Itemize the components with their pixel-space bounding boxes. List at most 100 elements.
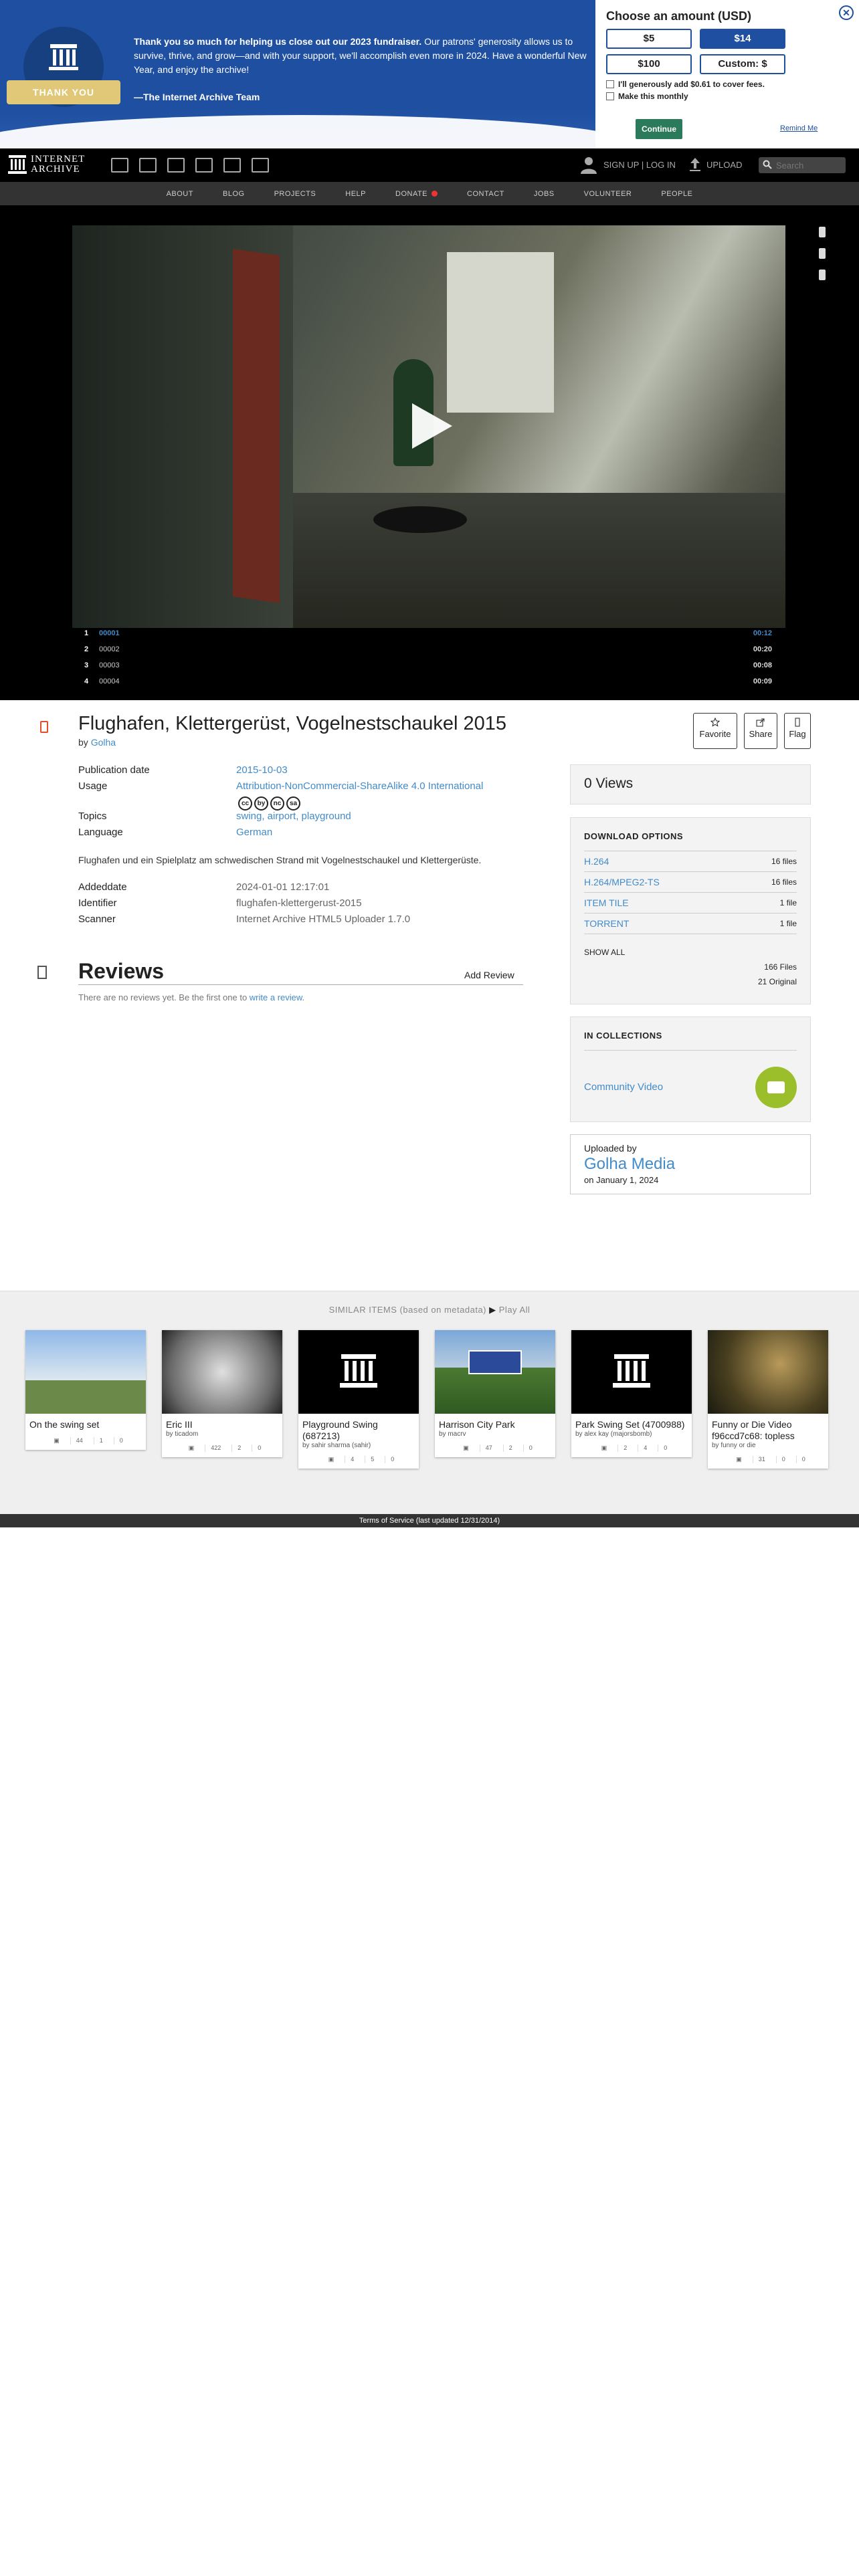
- archive-placeholder-icon: [613, 1354, 650, 1388]
- topics-value[interactable]: swing, airport, playground: [236, 811, 351, 822]
- nav-contact[interactable]: CONTACT: [452, 190, 519, 198]
- site-logo[interactable]: INTERNET ARCHIVE: [8, 154, 85, 175]
- flag-button[interactable]: Flag: [784, 713, 811, 749]
- write-review-link[interactable]: write a review: [250, 992, 302, 1002]
- scanner-label: Scanner: [78, 914, 116, 925]
- download-format[interactable]: TORRENT: [584, 918, 629, 929]
- nav-donate[interactable]: DONATE: [381, 190, 452, 198]
- similar-heading-text: SIMILAR ITEMS (based on metadata): [328, 1305, 487, 1315]
- images-icon[interactable]: [252, 158, 269, 173]
- tile-title: Funny or Die Video f96ccd7c68: topless: [712, 1419, 795, 1441]
- amount-custom-input[interactable]: Custom: $: [700, 54, 785, 74]
- similar-item-tile[interactable]: Playground Swing (687213) by sahir sharm…: [298, 1330, 419, 1469]
- playlist-row[interactable]: 3 00003 00:08: [72, 657, 785, 673]
- search-icon: [763, 160, 772, 169]
- item-title: Flughafen, Klettergerüst, Vogelnestschau…: [78, 713, 507, 734]
- web-icon[interactable]: [111, 158, 128, 173]
- download-row[interactable]: ITEM TILE 1 file: [584, 893, 797, 914]
- play-all-button[interactable]: ▶ Play All: [489, 1305, 530, 1315]
- views-count: 0 Views: [570, 764, 811, 804]
- scanner-value: Internet Archive HTML5 Uploader 1.7.0: [236, 914, 411, 925]
- playlist-num: 2: [84, 645, 89, 653]
- share-label: Share: [749, 729, 773, 739]
- playlist-row[interactable]: 4 00004 00:09: [72, 673, 785, 689]
- amount-5-button[interactable]: $5: [606, 29, 692, 49]
- texts-icon[interactable]: [139, 158, 157, 173]
- cover-fees-checkbox[interactable]: [606, 80, 614, 88]
- tile-thumbnail: [708, 1330, 828, 1414]
- audio-icon[interactable]: [195, 158, 213, 173]
- playlist-num: 4: [84, 677, 89, 685]
- favorite-button[interactable]: Favorite: [693, 713, 737, 749]
- collections-heading: IN COLLECTIONS: [584, 1031, 797, 1051]
- add-review-button[interactable]: Add Review: [464, 970, 514, 980]
- uploader-box: Uploaded by Golha Media on January 1, 20…: [570, 1134, 811, 1194]
- download-row[interactable]: TORRENT 1 file: [584, 914, 797, 934]
- upload-date: on January 1, 2024: [584, 1175, 659, 1185]
- theatre-side-icon-1[interactable]: [819, 227, 826, 237]
- playlist-num: 3: [84, 661, 89, 669]
- similar-item-tile[interactable]: Funny or Die Video f96ccd7c68: topless b…: [708, 1330, 828, 1469]
- download-row[interactable]: H.264 16 files: [584, 851, 797, 872]
- download-count: 1 file: [779, 919, 797, 928]
- footer-terms-link[interactable]: Terms of Service (last updated 12/31/201…: [0, 1514, 859, 1527]
- show-all-link[interactable]: SHOW ALL: [584, 948, 797, 957]
- video-theatre: 1 00001 00:12 2 00002 00:20 3 00003 00:08 4 000…: [0, 205, 859, 700]
- cc-license-icons[interactable]: cc by nc sa: [238, 796, 300, 811]
- upload-label: UPLOAD: [706, 159, 743, 170]
- language-value[interactable]: German: [236, 827, 272, 838]
- similar-item-tile[interactable]: On the swing set ▣ 44 1 0: [25, 1330, 146, 1450]
- monthly-checkbox[interactable]: [606, 92, 614, 100]
- play-icon[interactable]: [412, 403, 452, 449]
- nav-people[interactable]: PEOPLE: [646, 190, 707, 198]
- pubdate-value[interactable]: 2015-10-03: [236, 764, 288, 776]
- playlist-row[interactable]: 1 00001 00:12: [72, 625, 785, 641]
- archive-logo-icon: [8, 155, 27, 174]
- download-format[interactable]: ITEM TILE: [584, 897, 629, 908]
- close-banner-button[interactable]: ✕: [839, 5, 854, 20]
- video-icon[interactable]: [167, 158, 185, 173]
- cc-by-icon: by: [254, 796, 268, 811]
- original-files[interactable]: 21 Original: [584, 977, 797, 986]
- playlist-row[interactable]: 2 00002 00:20: [72, 641, 785, 657]
- similar-item-tile[interactable]: Harrison City Park by macrv ▣ 47 2 0: [435, 1330, 555, 1457]
- amount-14-button[interactable]: $14: [700, 29, 785, 49]
- playlist-title: 00003: [99, 661, 120, 669]
- remind-me-link[interactable]: Remind Me: [780, 124, 818, 132]
- nav-projects[interactable]: PROJECTS: [260, 190, 331, 198]
- flag-icon: [795, 718, 800, 727]
- reviews-title: Reviews: [78, 959, 165, 983]
- video-player[interactable]: [72, 225, 785, 628]
- tile-favs: 1: [93, 1437, 103, 1444]
- monthly-option[interactable]: Make this monthly: [606, 92, 848, 101]
- download-format[interactable]: H.264/MPEG2-TS: [584, 877, 660, 887]
- uploader-link[interactable]: Golha Media: [584, 1155, 797, 1174]
- upload-link[interactable]: UPLOAD: [689, 158, 742, 171]
- nav-jobs[interactable]: JOBS: [519, 190, 569, 198]
- share-button[interactable]: Share: [744, 713, 777, 749]
- nav-volunteer[interactable]: VOLUNTEER: [569, 190, 647, 198]
- software-icon[interactable]: [223, 158, 241, 173]
- nav-help[interactable]: HELP: [330, 190, 381, 198]
- similar-item-tile[interactable]: Park Swing Set (4700988) by alex kay (ma…: [571, 1330, 692, 1457]
- collection-video-icon[interactable]: [755, 1067, 797, 1108]
- usage-license-link[interactable]: Attribution-NonCommercial-ShareAlike 4.0…: [236, 780, 483, 792]
- signup-login-link[interactable]: SIGN UP | LOG IN: [579, 155, 676, 174]
- logo-line1: INTERNET: [31, 154, 86, 165]
- theatre-side-icon-2[interactable]: [819, 248, 826, 259]
- download-options: DOWNLOAD OPTIONS H.264 16 files H.264/MPE…: [570, 817, 811, 1004]
- archive-placeholder-icon: [340, 1354, 377, 1388]
- cover-fees-option[interactable]: I'll generously add $0.61 to cover fees.: [606, 80, 848, 89]
- nav-about[interactable]: ABOUT: [152, 190, 208, 198]
- amount-100-button[interactable]: $100: [606, 54, 692, 74]
- download-row[interactable]: H.264/MPEG2-TS 16 files: [584, 872, 797, 893]
- nav-blog[interactable]: BLOG: [208, 190, 260, 198]
- reviews-empty-message: There are no reviews yet. Be the first o…: [78, 992, 304, 1002]
- continue-button[interactable]: Continue: [636, 119, 682, 139]
- author-link[interactable]: Golha: [91, 737, 116, 748]
- tile-thumbnail: [298, 1330, 419, 1414]
- collection-link[interactable]: Community Video: [584, 1081, 663, 1093]
- similar-item-tile[interactable]: Eric III by ticadom ▣ 422 2 0: [162, 1330, 282, 1457]
- theatre-side-icon-3[interactable]: [819, 270, 826, 280]
- download-format[interactable]: H.264: [584, 856, 609, 867]
